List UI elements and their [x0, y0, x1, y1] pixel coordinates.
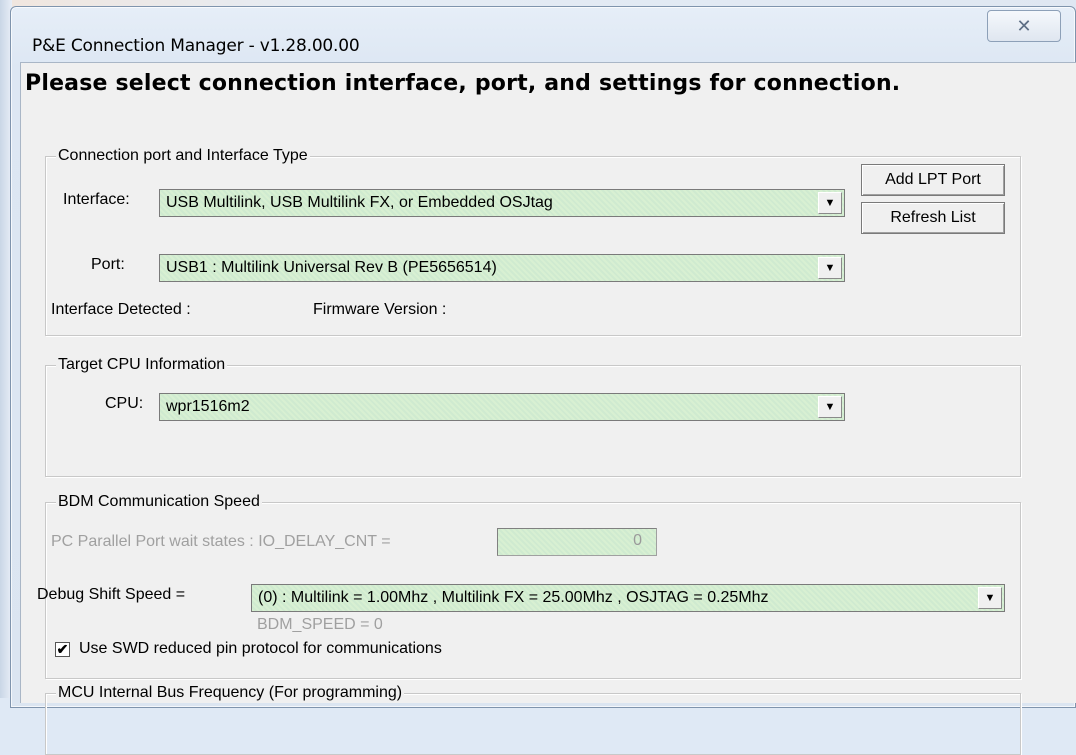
- port-label: Port:: [91, 256, 125, 273]
- chevron-down-icon[interactable]: ▼: [818, 192, 842, 214]
- chevron-down-icon[interactable]: ▼: [818, 396, 842, 418]
- io-delay-value: 0: [633, 532, 642, 549]
- debug-shift-speed-select[interactable]: (0) : Multilink = 1.00Mhz , Multilink FX…: [251, 584, 1005, 612]
- swd-checkbox-label: Use SWD reduced pin protocol for communi…: [79, 640, 442, 657]
- cpu-label: CPU:: [105, 395, 144, 412]
- cpu-select[interactable]: wpr1516m2 ▼: [159, 393, 845, 421]
- debug-shift-speed-value: (0) : Multilink = 1.00Mhz , Multilink FX…: [258, 589, 769, 606]
- checkmark-icon: ✔: [56, 641, 69, 657]
- port-select-value: USB1 : Multilink Universal Rev B (PE5656…: [166, 259, 497, 276]
- title-bar: P&E Connection Manager - v1.28.00.00: [10, 8, 1076, 64]
- dialog-heading: Please select connection interface, port…: [25, 71, 901, 96]
- debug-shift-speed-label: Debug Shift Speed =: [37, 586, 186, 603]
- firmware-version-label: Firmware Version :: [313, 301, 447, 318]
- interface-select-value: USB Multilink, USB Multilink FX, or Embe…: [166, 194, 553, 211]
- close-icon: ✕: [1016, 15, 1032, 37]
- io-delay-input[interactable]: 0: [497, 528, 657, 556]
- interface-detected-label: Interface Detected :: [51, 301, 191, 318]
- close-button[interactable]: ✕: [987, 10, 1061, 42]
- chevron-down-icon[interactable]: ▼: [818, 257, 842, 279]
- dialog-client-area: Please select connection interface, port…: [20, 62, 1076, 755]
- add-lpt-port-button[interactable]: Add LPT Port: [861, 164, 1005, 196]
- cpu-select-value: wpr1516m2: [166, 398, 250, 415]
- bdm-speed-text: BDM_SPEED = 0: [257, 616, 383, 633]
- interface-select[interactable]: USB Multilink, USB Multilink FX, or Embe…: [159, 189, 845, 217]
- bdm-speed-group-legend: BDM Communication Speed: [56, 493, 262, 511]
- port-select[interactable]: USB1 : Multilink Universal Rev B (PE5656…: [159, 254, 845, 282]
- interface-label: Interface:: [63, 191, 130, 208]
- mcu-bus-frequency-group: MCU Internal Bus Frequency (For programm…: [45, 684, 1021, 755]
- target-cpu-group-legend: Target CPU Information: [56, 356, 228, 374]
- target-cpu-group: Target CPU Information: [45, 356, 1021, 477]
- chevron-down-icon[interactable]: ▼: [978, 587, 1002, 609]
- mcu-bus-frequency-group-legend: MCU Internal Bus Frequency (For programm…: [56, 684, 405, 702]
- connection-port-group-legend: Connection port and Interface Type: [56, 147, 310, 165]
- refresh-list-button[interactable]: Refresh List: [861, 202, 1005, 234]
- io-delay-label: PC Parallel Port wait states : IO_DELAY_…: [51, 533, 391, 550]
- swd-checkbox[interactable]: ✔: [55, 642, 70, 657]
- window-title: P&E Connection Manager - v1.28.00.00: [32, 36, 360, 56]
